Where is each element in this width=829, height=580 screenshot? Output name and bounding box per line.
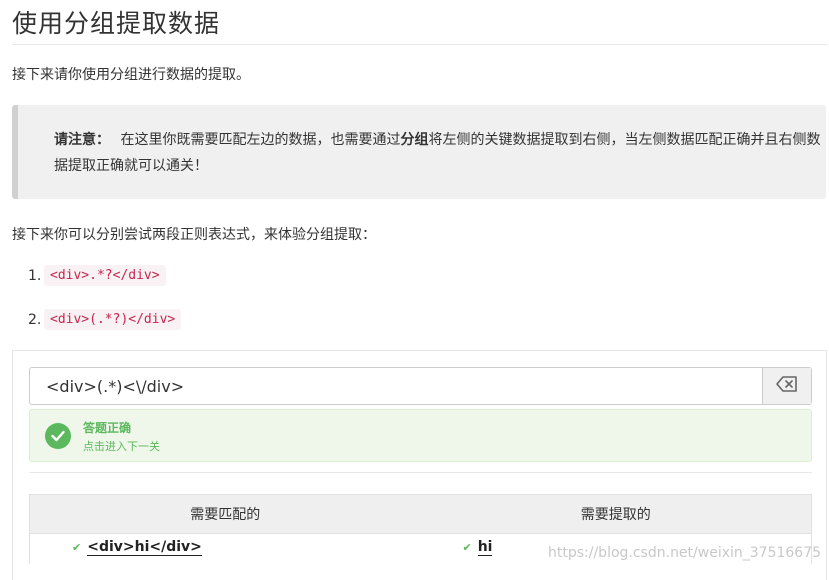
success-alert[interactable]: 答题正确 点击进入下一关 bbox=[29, 409, 812, 462]
example-item-1: 1. <div>.*?</div> bbox=[28, 265, 166, 286]
example-code: <div>.*?</div> bbox=[44, 265, 166, 286]
backspace-icon bbox=[776, 376, 798, 396]
check-icon: ✔ bbox=[462, 541, 472, 554]
notice-text: 请注意： 在这里你既需要匹配左边的数据，也需要通过分组将左侧的关键数据提取到右侧… bbox=[54, 127, 824, 179]
check-icon: ✔ bbox=[72, 541, 82, 554]
example-code: <div>(.*?)</div> bbox=[44, 309, 182, 330]
extract-value: hi bbox=[477, 539, 493, 556]
column-header-extract: 需要提取的 bbox=[580, 507, 651, 523]
next-level-link[interactable]: 点击进入下一关 bbox=[83, 438, 160, 454]
page-title: 使用分组提取数据 bbox=[12, 9, 221, 38]
match-cell: ✔ <div>hi</div> bbox=[30, 534, 421, 564]
table-header: 需要匹配的 需要提取的 bbox=[29, 494, 812, 534]
watermark: https://blog.csdn.net/weixin_37516675 bbox=[548, 545, 822, 561]
panel-divider bbox=[29, 472, 812, 473]
notice-text-before: 在这里你既需要匹配左边的数据，也需要通过 bbox=[120, 132, 401, 148]
title-divider bbox=[12, 44, 827, 45]
success-title: 答题正确 bbox=[83, 421, 132, 435]
regex-input-group bbox=[29, 367, 812, 405]
example-number: 2. bbox=[28, 311, 42, 328]
notice-emphasis: 分组 bbox=[400, 132, 429, 148]
column-header-match: 需要匹配的 bbox=[190, 507, 261, 523]
intro-text: 接下来请你使用分组进行数据的提取。 bbox=[12, 67, 250, 83]
regex-input[interactable] bbox=[30, 368, 762, 404]
example-item-2: 2. <div>(.*?)</div> bbox=[28, 309, 182, 330]
match-value: <div>hi</div> bbox=[87, 539, 202, 556]
notice-label: 请注意： bbox=[54, 132, 110, 148]
example-number: 1. bbox=[28, 267, 42, 284]
check-circle-icon bbox=[45, 423, 71, 449]
lead-text: 接下来你可以分别尝试两段正则表达式，来体验分组提取： bbox=[12, 227, 376, 243]
notice-callout: 请注意： 在这里你既需要匹配左边的数据，也需要通过分组将左侧的关键数据提取到右侧… bbox=[12, 105, 826, 199]
clear-button[interactable] bbox=[762, 368, 811, 404]
